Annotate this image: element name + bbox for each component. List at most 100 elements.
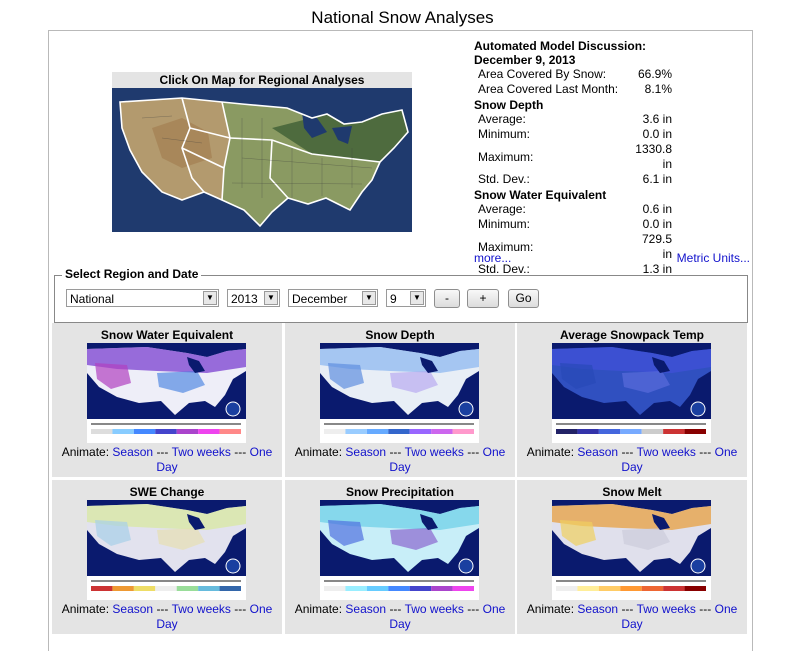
- stat-value: 66.9%: [637, 67, 672, 81]
- color-scale-swatch: [155, 429, 177, 434]
- animate-two-weeks-link[interactable]: Two weeks: [172, 445, 231, 459]
- next-day-button[interactable]: +: [467, 289, 499, 308]
- color-scale-swatch: [452, 429, 474, 434]
- animate-season-link[interactable]: Season: [577, 602, 618, 616]
- one-word: One: [714, 445, 738, 459]
- noaa-logo-icon: [690, 558, 706, 574]
- stat-label: Area Covered Last Month:: [478, 82, 619, 96]
- stat-value: 0.0 in: [642, 217, 672, 231]
- day-word: Day: [389, 460, 411, 474]
- color-scale-swatch: [198, 429, 220, 434]
- color-scale-swatch: [112, 586, 134, 591]
- chevron-down-icon: ▼: [362, 291, 376, 305]
- us-region-map-image[interactable]: [112, 88, 412, 232]
- month-select-value: December: [292, 292, 348, 306]
- regional-map[interactable]: Click On Map for Regional Analyses: [112, 72, 412, 232]
- snow-precipitation-map[interactable]: [320, 500, 479, 600]
- animate-two-weeks-link[interactable]: Two weeks: [172, 602, 231, 616]
- snow-water-equivalent-map[interactable]: [87, 343, 246, 443]
- previous-day-button[interactable]: -: [434, 289, 460, 308]
- animate-season-link[interactable]: Season: [112, 445, 153, 459]
- animate-season-link[interactable]: Season: [577, 445, 618, 459]
- panel-title: Average Snowpack Temp: [559, 328, 705, 342]
- noaa-logo-icon: [458, 558, 474, 574]
- animate-two-weeks-link[interactable]: Two weeks: [405, 602, 464, 616]
- product-panel: SWE Change Animate: Season --- Two weeks…: [52, 480, 282, 634]
- day-word: Day: [621, 617, 643, 631]
- year-select[interactable]: 2013 ▼: [227, 289, 280, 307]
- snow-melt-map[interactable]: [552, 500, 711, 600]
- legend-divider: [91, 580, 241, 582]
- color-scale-swatch: [366, 429, 389, 434]
- separator: ---: [389, 445, 402, 459]
- legend-divider: [91, 423, 241, 425]
- noaa-logo-icon: [225, 401, 241, 417]
- animate-season-link[interactable]: Season: [345, 602, 386, 616]
- discussion-heading: Automated Model Discussion:: [474, 39, 647, 53]
- color-scale-swatch: [663, 586, 685, 591]
- stat-label: Area Covered By Snow:: [478, 67, 607, 81]
- color-scale-swatch: [198, 586, 220, 591]
- year-select-value: 2013: [231, 292, 258, 306]
- swe-table: Average: 0.6 in Minimum: 0.0 in Maximum: 72…: [478, 202, 672, 277]
- color-scale-swatch: [388, 586, 410, 591]
- day-word: Day: [389, 617, 411, 631]
- color-scale-swatch: [452, 586, 474, 591]
- table-row: Minimum: 0.0 in: [478, 127, 672, 142]
- stat-label: Average:: [478, 202, 526, 216]
- table-row: Area Covered Last Month: 8.1%: [478, 82, 672, 97]
- color-scale-swatch: [620, 586, 642, 591]
- color-scale-swatch: [366, 586, 389, 591]
- day-word: Day: [156, 460, 178, 474]
- color-scale-swatch: [324, 586, 346, 591]
- stat-value: 6.1 in: [642, 172, 672, 186]
- stat-label: Std. Dev.:: [478, 172, 530, 186]
- separator: ---: [389, 602, 402, 616]
- color-scale-swatch: [345, 586, 367, 591]
- color-scale-swatch: [176, 429, 199, 434]
- animate-season-link[interactable]: Season: [345, 445, 386, 459]
- snow-depth-map[interactable]: [320, 343, 479, 443]
- chevron-down-icon: ▼: [410, 291, 424, 305]
- animate-links: Animate: Season --- Two weeks --- One Day: [285, 445, 515, 475]
- discussion-links: more... Metric Units...: [474, 251, 750, 265]
- table-row: Area Covered By Snow: 66.9%: [478, 67, 672, 82]
- color-scale-swatch: [91, 586, 113, 591]
- animate-links: Animate: Season --- Two weeks --- One Day: [52, 602, 282, 632]
- stat-label: Minimum:: [478, 127, 531, 141]
- animate-season-link[interactable]: Season: [112, 602, 153, 616]
- animate-label: Animate:: [526, 602, 575, 616]
- color-scale-swatch: [176, 586, 199, 591]
- chevron-down-icon: ▼: [264, 291, 278, 305]
- region-select[interactable]: National ▼: [66, 289, 219, 307]
- stat-value: 8.1%: [644, 82, 672, 96]
- chevron-down-icon: ▼: [203, 291, 217, 305]
- day-select[interactable]: 9 ▼: [386, 289, 426, 307]
- animate-two-weeks-link[interactable]: Two weeks: [637, 445, 696, 459]
- snow-depth-heading: Snow Depth: [474, 98, 544, 112]
- animate-two-weeks-link[interactable]: Two weeks: [637, 602, 696, 616]
- swe-change-map[interactable]: [87, 500, 246, 600]
- product-panel: Snow Precipitation Animate: Season --- T…: [285, 480, 515, 634]
- snowpack-temp-map[interactable]: [552, 343, 711, 443]
- color-scale-swatch: [388, 429, 410, 434]
- color-scale-swatch: [133, 429, 156, 434]
- swe-heading: Snow Water Equivalent: [474, 188, 607, 202]
- more-link[interactable]: more...: [474, 251, 511, 265]
- month-select[interactable]: December ▼: [288, 289, 378, 307]
- animate-label: Animate:: [294, 602, 343, 616]
- go-button[interactable]: Go: [508, 289, 539, 308]
- color-scale-swatch: [556, 429, 578, 434]
- legend-divider: [324, 580, 474, 582]
- color-scale-swatch: [598, 429, 621, 434]
- metric-units-link[interactable]: Metric Units...: [677, 251, 750, 265]
- region-select-value: National: [70, 292, 115, 306]
- color-scale-swatch: [409, 586, 432, 591]
- stat-label: Average:: [478, 112, 526, 126]
- color-scale-swatch: [324, 429, 346, 434]
- one-word: One: [249, 445, 273, 459]
- legend-divider: [324, 423, 474, 425]
- animate-two-weeks-link[interactable]: Two weeks: [405, 445, 464, 459]
- separator: ---: [156, 602, 169, 616]
- color-scale-swatch: [133, 586, 156, 591]
